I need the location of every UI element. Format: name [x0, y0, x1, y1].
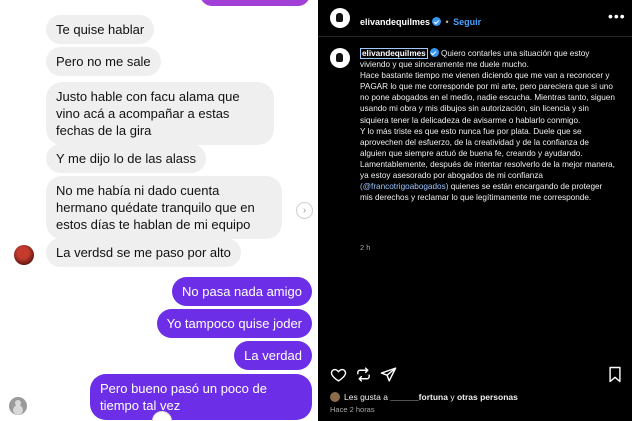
sent-bubble-edge [200, 0, 310, 6]
incoming-message: La verdsd se me paso por alto [46, 238, 241, 267]
caption-timestamp: 2 h [360, 243, 371, 252]
repost-icon[interactable] [355, 366, 372, 383]
incoming-message: No me había ni dado cuenta hermano quéda… [46, 176, 282, 239]
incoming-message: Pero no me sale [46, 47, 161, 76]
forward-icon[interactable]: › [296, 202, 313, 219]
caption-paragraph: Y lo más triste es que esto nunca fue po… [360, 126, 589, 158]
caption-paragraph: Lamentablemente, después de intentar res… [360, 159, 615, 181]
caption-paragraph: Hace bastante tiempo me vienen diciendo … [360, 71, 615, 125]
share-icon[interactable] [380, 366, 397, 383]
outgoing-message: La verdad [234, 341, 312, 370]
incoming-message: Justo hable con facu alama que vino acá … [46, 82, 274, 145]
post-caption: elivandequilmes Quiero contarles una sit… [360, 48, 615, 203]
instagram-post: elivandequilmes • Seguir ••• elivandequi… [318, 0, 632, 421]
more-icon[interactable]: ••• [608, 8, 626, 24]
caption-username[interactable]: elivandequilmes [360, 48, 428, 59]
others-link[interactable]: otras personas [457, 392, 518, 402]
outgoing-message: Yo tampoco quise joder [156, 309, 312, 338]
incoming-message: Y me dijo lo de las alass [46, 144, 206, 173]
verified-icon [429, 48, 439, 57]
mention-link[interactable]: (@francotrigoabogados) [360, 182, 448, 191]
profile-avatar[interactable] [330, 8, 350, 28]
liker-username[interactable]: ______fortuna [390, 392, 448, 402]
follow-button[interactable]: Seguir [453, 17, 481, 27]
sender-avatar [14, 245, 34, 265]
post-timestamp: Hace 2 horas [330, 405, 375, 414]
likes-summary: Les gusta a ______fortuna y otras person… [330, 392, 518, 402]
outgoing-message: Pero bueno pasó un poco de tiempo tal ve… [90, 374, 312, 420]
verified-icon [432, 17, 442, 26]
divider [318, 36, 632, 37]
incoming-message: Te quise hablar [46, 15, 155, 44]
liker-avatar [330, 392, 340, 402]
user-avatar [9, 397, 27, 415]
outgoing-message: No pasa nada amigo [172, 277, 312, 306]
username-link[interactable]: elivandequilmes [360, 17, 430, 27]
screenshot-collage: Te quise hablar Pero no me sale Justo ha… [0, 0, 632, 421]
dm-conversation: Te quise hablar Pero no me sale Justo ha… [0, 0, 318, 421]
heart-icon[interactable] [330, 366, 347, 383]
bookmark-icon[interactable] [608, 366, 622, 383]
post-actions [330, 366, 397, 383]
separator: • [445, 17, 449, 27]
caption-avatar[interactable] [330, 48, 350, 68]
post-header: elivandequilmes • Seguir [360, 12, 481, 30]
